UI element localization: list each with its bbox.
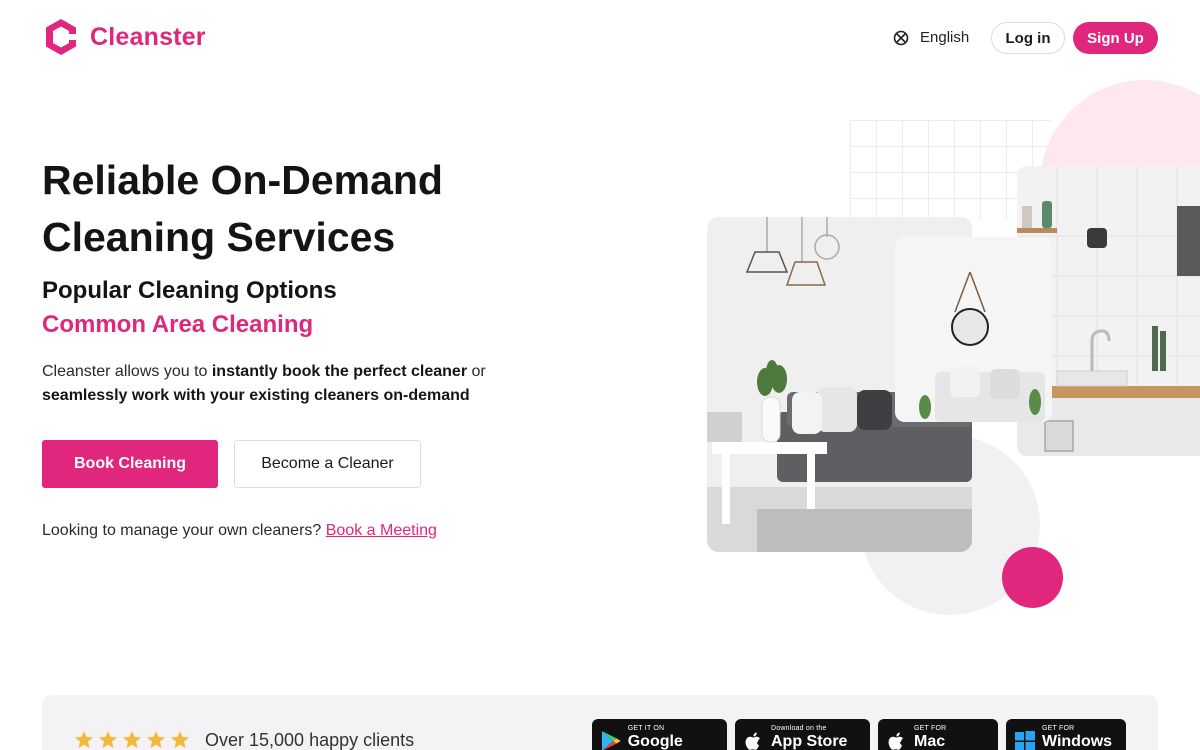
language-selector[interactable]: English <box>893 29 969 46</box>
store-small-text: Download on the <box>771 725 827 732</box>
star-icon <box>147 731 165 749</box>
globe-icon <box>893 30 909 45</box>
rating-stars <box>74 730 190 750</box>
store-big-text: App Store <box>771 733 848 750</box>
signup-button[interactable]: Sign Up <box>1073 22 1158 54</box>
hero-description: Cleanster allows you to instantly book t… <box>42 360 522 408</box>
windows-icon <box>1015 731 1035 750</box>
hero-title: Reliable On-Demand Cleaning Services <box>42 157 443 260</box>
store-small-text: GET FOR <box>1042 725 1075 732</box>
desc-text-2: or <box>467 363 486 380</box>
cleaning-option-rotator: Common Area Cleaning <box>42 311 314 338</box>
store-small-text: GET IT ON <box>627 725 665 732</box>
brand-name: Cleanster <box>90 22 206 51</box>
happy-clients-text: Over 15,000 happy clients <box>205 730 415 750</box>
star-icon <box>75 731 93 749</box>
top-nav: Cleanster English Log in Sign Up <box>0 0 1200 78</box>
app-store-badge[interactable]: Download on the App Store <box>735 719 870 750</box>
desc-bold-2: seamlessly work with your existing clean… <box>42 387 470 404</box>
decorative-pink-dot <box>1002 547 1063 608</box>
become-cleaner-button[interactable]: Become a Cleaner <box>234 440 421 488</box>
book-meeting-link[interactable]: Book a Meeting <box>326 522 437 539</box>
store-big-text: Google Play <box>627 733 683 750</box>
mac-badge[interactable]: GET FOR Mac <box>878 719 998 750</box>
google-play-badge[interactable]: GET IT ON Google Play <box>592 719 727 750</box>
desc-text-1: Cleanster allows you to <box>42 363 212 380</box>
book-cleaning-button[interactable]: Book Cleaning <box>42 440 218 488</box>
apple-icon <box>745 732 760 750</box>
language-label: English <box>920 29 970 46</box>
manage-prompt: Looking to manage your own cleaners? <box>42 522 326 539</box>
google-play-icon <box>601 731 621 750</box>
apple-icon <box>888 732 903 750</box>
store-big-text: Mac <box>914 733 946 750</box>
store-small-text: GET FOR <box>914 725 947 732</box>
popular-options-heading: Popular Cleaning Options <box>42 277 337 304</box>
star-icon <box>99 731 117 749</box>
windows-badge[interactable]: GET FOR Windows <box>1006 719 1126 750</box>
mirror-room-photo <box>895 237 1052 422</box>
brand-logo[interactable]: Cleanster <box>44 18 206 56</box>
manage-cleaners-text: Looking to manage your own cleaners? Boo… <box>42 522 437 540</box>
desc-bold-1: instantly book the perfect cleaner <box>211 363 468 380</box>
cleanster-logo-icon <box>46 19 76 55</box>
star-icon <box>171 731 189 749</box>
login-button[interactable]: Log in <box>991 22 1065 54</box>
store-big-text: Windows <box>1042 733 1113 750</box>
star-icon <box>123 731 141 749</box>
